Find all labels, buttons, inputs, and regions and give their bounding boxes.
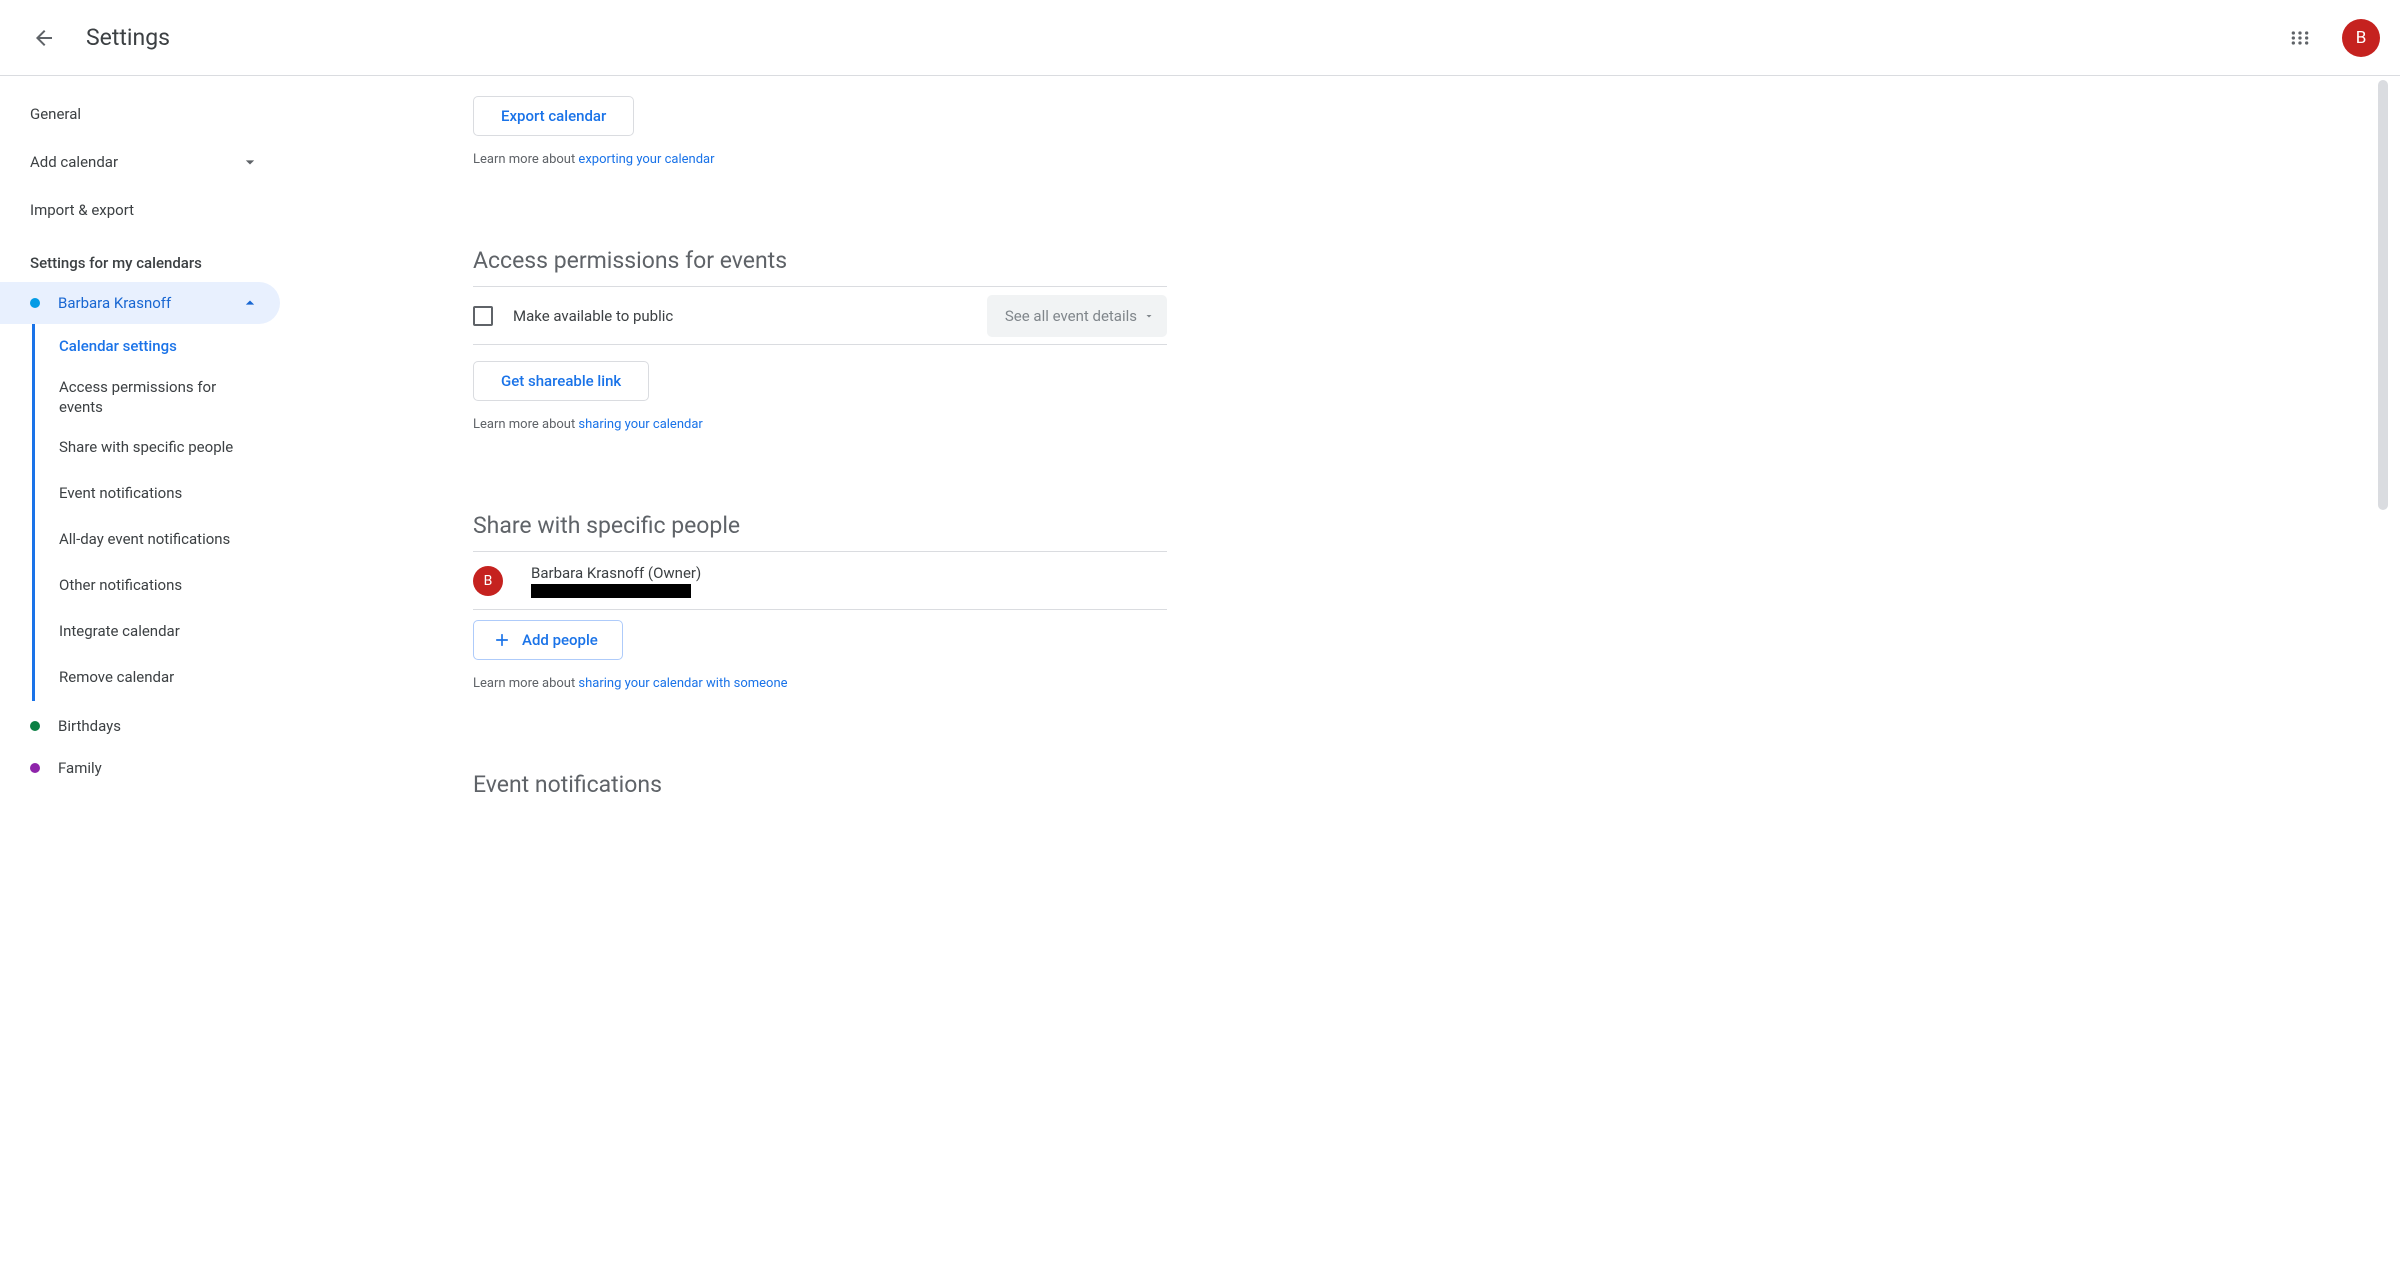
- permissions-row: Make available to public See all event d…: [473, 287, 1167, 345]
- export-learn-more-link[interactable]: exporting your calendar: [578, 152, 714, 167]
- calendar-color-dot: [30, 298, 40, 308]
- sidebar-item-label: Birthdays: [58, 717, 121, 735]
- export-calendar-button[interactable]: Export calendar: [473, 96, 634, 136]
- sidebar-sub-access-permissions[interactable]: Access permissions for events: [35, 370, 280, 425]
- arrow-left-icon: [32, 26, 56, 50]
- share-person-row: B Barbara Krasnoff (Owner): [473, 552, 1167, 610]
- section-title: Access permissions for events: [473, 247, 1167, 287]
- add-people-button[interactable]: Add people: [473, 620, 623, 660]
- sidebar-sub-other-notifications[interactable]: Other notifications: [35, 563, 280, 609]
- sidebar-sub-all-day[interactable]: All-day event notifications: [35, 517, 280, 563]
- share-person-email-redacted: [531, 584, 691, 598]
- button-label: Add people: [522, 631, 598, 649]
- sidebar-sub-remove[interactable]: Remove calendar: [35, 655, 280, 701]
- section-title: Share with specific people: [473, 512, 1167, 552]
- apps-grid-icon: [2290, 28, 2310, 48]
- header: Settings B: [0, 0, 2400, 76]
- checkbox-label: Make available to public: [513, 307, 673, 325]
- sidebar-item-general[interactable]: General: [0, 90, 280, 138]
- dropdown-label: See all event details: [1005, 307, 1137, 325]
- sharing-learn-more: Learn more about sharing your calendar: [473, 417, 1167, 432]
- sidebar-item-add-calendar[interactable]: Add calendar: [0, 138, 280, 186]
- sidebar-calendar-primary[interactable]: Barbara Krasnoff: [0, 282, 280, 324]
- sidebar-heading: Settings for my calendars: [0, 234, 280, 282]
- chevron-down-icon: [240, 152, 260, 172]
- checkbox-icon: [473, 306, 493, 326]
- section-share-specific: Share with specific people B Barbara Kra…: [473, 512, 1167, 691]
- apps-launcher-button[interactable]: [2276, 14, 2324, 62]
- sidebar-item-label: Family: [58, 759, 102, 777]
- learn-more-prefix: Learn more about: [473, 676, 578, 691]
- back-button[interactable]: [20, 14, 68, 62]
- account-avatar[interactable]: B: [2342, 19, 2380, 57]
- sidebar-sub-share-specific[interactable]: Share with specific people: [35, 425, 280, 471]
- calendar-color-dot: [30, 721, 40, 731]
- sidebar: General Add calendar Import & export Set…: [0, 76, 280, 1277]
- sidebar-calendar-family[interactable]: Family: [0, 747, 280, 789]
- sidebar-item-import-export[interactable]: Import & export: [0, 186, 280, 234]
- section-access-permissions: Access permissions for events Make avail…: [473, 247, 1167, 432]
- section-title: Event notifications: [473, 771, 1167, 798]
- section-event-notifications: Event notifications: [473, 771, 1167, 798]
- plus-icon: [492, 630, 512, 650]
- share-someone-learn-more: Learn more about sharing your calendar w…: [473, 676, 1167, 691]
- sidebar-item-label: Add calendar: [30, 153, 118, 171]
- triangle-down-icon: [1143, 310, 1155, 322]
- sidebar-item-label: Barbara Krasnoff: [58, 294, 240, 312]
- page-title: Settings: [86, 24, 2276, 51]
- sharing-learn-more-link[interactable]: sharing your calendar: [578, 417, 702, 432]
- sidebar-sub-list: Calendar settings Access permissions for…: [32, 324, 280, 701]
- share-person-name: Barbara Krasnoff (Owner): [531, 564, 701, 582]
- chevron-up-icon: [240, 293, 260, 313]
- calendar-color-dot: [30, 763, 40, 773]
- export-learn-more: Learn more about exporting your calendar: [473, 152, 1167, 167]
- share-someone-learn-more-link[interactable]: sharing your calendar with someone: [578, 676, 787, 691]
- share-avatar: B: [473, 566, 503, 596]
- sidebar-calendar-birthdays[interactable]: Birthdays: [0, 705, 280, 747]
- get-shareable-link-button[interactable]: Get shareable link: [473, 361, 649, 401]
- visibility-dropdown: See all event details: [987, 295, 1167, 337]
- sidebar-sub-integrate[interactable]: Integrate calendar: [35, 609, 280, 655]
- main-content: Export calendar Learn more about exporti…: [280, 76, 2400, 1277]
- sidebar-sub-calendar-settings[interactable]: Calendar settings: [35, 324, 280, 370]
- sidebar-sub-event-notifications[interactable]: Event notifications: [35, 471, 280, 517]
- section-export: Export calendar Learn more about exporti…: [473, 96, 1167, 167]
- scrollbar-thumb[interactable]: [2378, 80, 2388, 510]
- make-public-checkbox-wrap[interactable]: Make available to public: [473, 306, 673, 326]
- learn-more-prefix: Learn more about: [473, 417, 578, 432]
- learn-more-prefix: Learn more about: [473, 152, 578, 167]
